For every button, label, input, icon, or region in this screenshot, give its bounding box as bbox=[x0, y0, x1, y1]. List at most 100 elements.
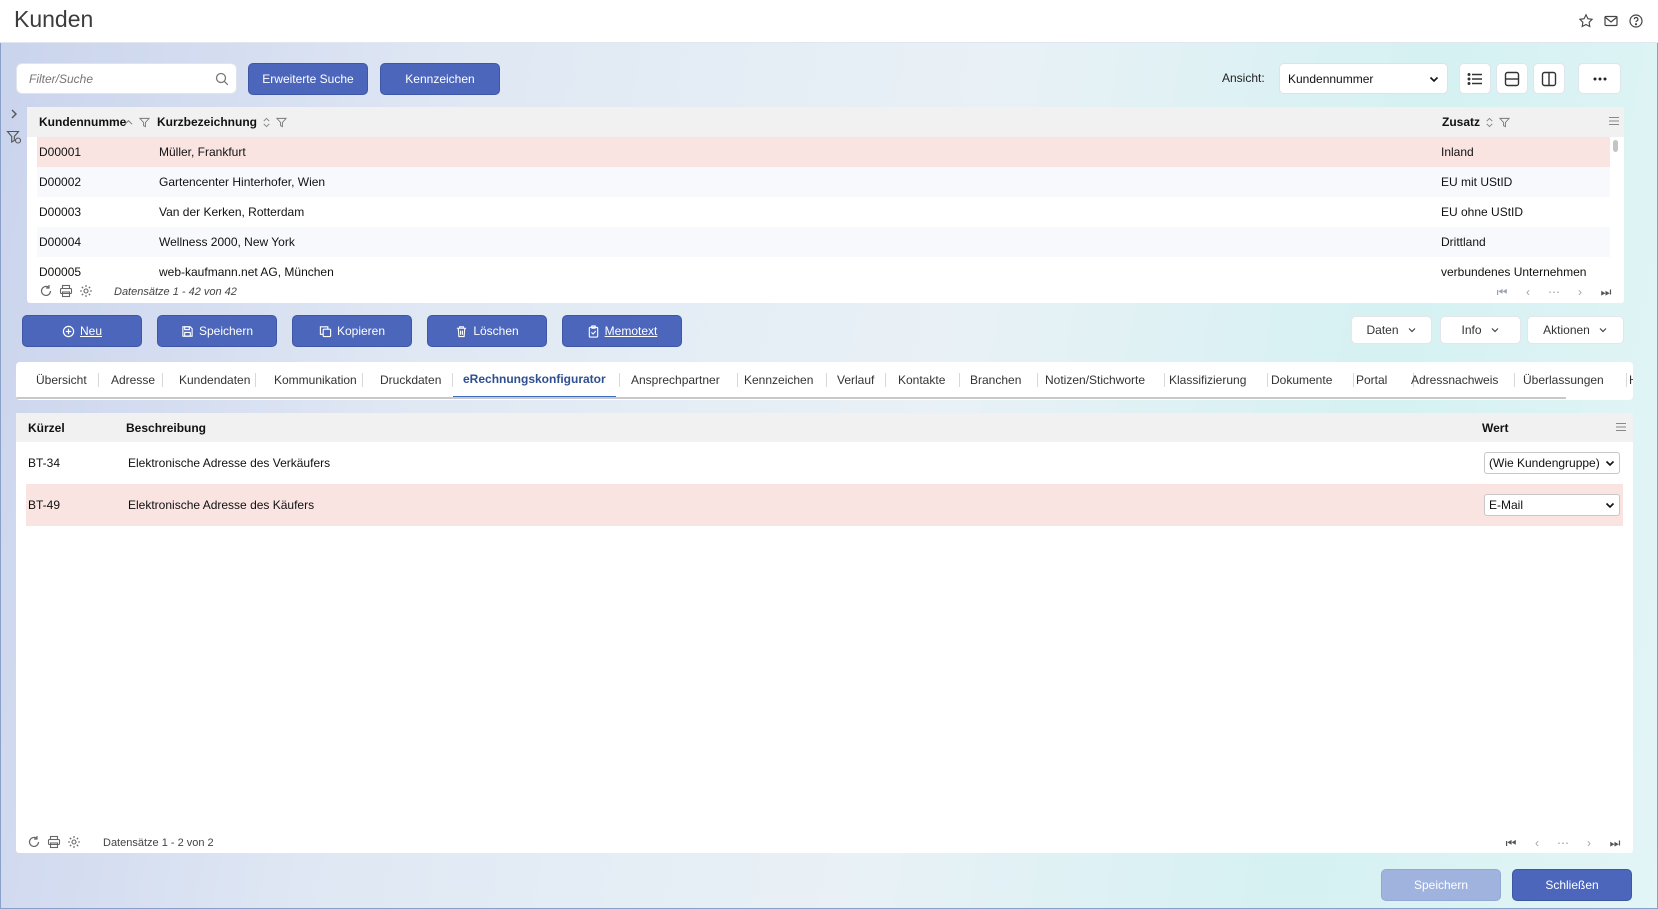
einvoice-grid-header: Kürzel Beschreibung Wert bbox=[16, 413, 1633, 442]
tab-scrollbar[interactable] bbox=[16, 397, 1566, 399]
tab-einvoice-configurator[interactable]: eRechnungskonfigurator bbox=[453, 362, 616, 398]
column-header-addition[interactable]: Zusatz bbox=[1442, 115, 1511, 129]
save-button[interactable]: Speichern bbox=[157, 315, 277, 347]
new-button[interactable]: Neu bbox=[22, 315, 142, 347]
table-row[interactable]: D00001 Müller, Frankfurt Inland bbox=[37, 137, 1610, 167]
tab-classification[interactable]: Klassifizierung bbox=[1169, 362, 1246, 398]
list-view-button[interactable] bbox=[1459, 63, 1491, 94]
delete-button[interactable]: Löschen bbox=[427, 315, 547, 347]
search-input[interactable] bbox=[17, 64, 197, 93]
value-select-text: (Wie Kundengruppe) bbox=[1489, 456, 1600, 470]
detail-tabs: Übersicht Adresse Kundendaten Kommunikat… bbox=[16, 362, 1633, 400]
memo-button[interactable]: Memotext bbox=[562, 315, 682, 347]
tags-button[interactable]: Kennzeichen bbox=[380, 63, 500, 95]
tab-divider bbox=[619, 373, 620, 387]
close-button[interactable]: Schließen bbox=[1512, 869, 1632, 901]
copy-button[interactable]: Kopieren bbox=[292, 315, 412, 347]
star-icon[interactable] bbox=[1577, 12, 1594, 29]
tab-address-proof[interactable]: Adressnachweis bbox=[1411, 362, 1498, 398]
view-select-value: Kundennummer bbox=[1288, 71, 1374, 86]
vertical-scrollbar[interactable] bbox=[1613, 140, 1618, 152]
last-page-icon[interactable]: ⏭ bbox=[1609, 836, 1621, 851]
print-icon[interactable] bbox=[47, 835, 61, 849]
horizontal-split-button[interactable] bbox=[1496, 63, 1528, 94]
info-dropdown-button[interactable]: Info bbox=[1440, 316, 1521, 344]
column-header-description[interactable]: Beschreibung bbox=[126, 421, 214, 435]
tab-customer-data[interactable]: Kundendaten bbox=[179, 362, 250, 398]
record-count: Datensätze 1 - 42 von 42 bbox=[114, 286, 237, 298]
next-page-icon[interactable]: › bbox=[1583, 836, 1595, 851]
vertical-split-button[interactable] bbox=[1533, 63, 1565, 94]
mail-icon[interactable] bbox=[1602, 12, 1619, 29]
cell-customer-number: D00001 bbox=[39, 145, 82, 159]
table-row[interactable]: D00002 Gartencenter Hinterhofer, Wien EU… bbox=[37, 167, 1610, 197]
tab-documents[interactable]: Dokumente bbox=[1271, 362, 1332, 398]
sort-ascending-icon[interactable] bbox=[124, 118, 133, 127]
gear-icon[interactable] bbox=[79, 284, 93, 298]
sort-icon[interactable] bbox=[1484, 117, 1495, 128]
tab-industries[interactable]: Branchen bbox=[970, 362, 1021, 398]
table-row[interactable]: BT-49 Elektronische Adresse des Käufers … bbox=[26, 484, 1623, 526]
first-page-icon[interactable]: ⏮ bbox=[1505, 836, 1517, 851]
column-label: Kundennumme bbox=[39, 115, 127, 129]
value-select[interactable]: (Wie Kundengruppe) bbox=[1484, 452, 1620, 474]
tab-more[interactable]: H bbox=[1629, 362, 1633, 398]
more-options-button[interactable] bbox=[1578, 63, 1621, 94]
einvoice-grid: Kürzel Beschreibung Wert BT-34 Elektroni… bbox=[16, 413, 1633, 853]
tab-portal[interactable]: Portal bbox=[1356, 362, 1387, 398]
cell-customer-number: D00003 bbox=[39, 205, 82, 219]
tab-contacts[interactable]: Kontakte bbox=[898, 362, 945, 398]
first-page-icon[interactable]: ⏮ bbox=[1496, 285, 1508, 300]
search-field[interactable] bbox=[16, 63, 237, 94]
column-menu-icon[interactable] bbox=[1608, 116, 1620, 126]
tab-overview[interactable]: Übersicht bbox=[36, 362, 87, 398]
footer-save-button[interactable]: Speichern bbox=[1381, 869, 1501, 901]
filter-icon[interactable] bbox=[276, 117, 288, 128]
next-page-icon[interactable]: › bbox=[1574, 285, 1586, 300]
filter-icon[interactable] bbox=[1499, 117, 1511, 128]
tab-divider bbox=[959, 373, 960, 387]
tab-history[interactable]: Verlauf bbox=[837, 362, 874, 398]
column-header-short-name[interactable]: Kurzbezeichnung bbox=[157, 115, 288, 129]
filter-icon[interactable] bbox=[139, 117, 150, 128]
table-row[interactable]: D00003 Van der Kerken, Rotterdam EU ohne… bbox=[37, 197, 1610, 227]
last-page-icon[interactable]: ⏭ bbox=[1600, 285, 1612, 300]
tab-notes-keywords[interactable]: Notizen/Stichworte bbox=[1045, 362, 1145, 398]
prev-page-icon[interactable]: ‹ bbox=[1531, 836, 1543, 851]
gear-icon[interactable] bbox=[67, 835, 81, 849]
tab-communication[interactable]: Kommunikation bbox=[274, 362, 357, 398]
view-select[interactable]: Kundennummer bbox=[1279, 63, 1448, 94]
tab-divider bbox=[162, 373, 163, 387]
cell-short-name: Gartencenter Hinterhofer, Wien bbox=[159, 175, 326, 189]
tab-assignments[interactable]: Überlassungen bbox=[1523, 362, 1604, 398]
tab-contact-persons[interactable]: Ansprechpartner bbox=[631, 362, 720, 398]
filter-settings-icon[interactable] bbox=[6, 129, 22, 145]
data-dropdown-button[interactable]: Daten bbox=[1351, 316, 1432, 344]
column-header-value[interactable]: Wert bbox=[1482, 421, 1508, 435]
column-menu-icon[interactable] bbox=[1615, 422, 1627, 432]
advanced-search-button[interactable]: Erweiterte Suche bbox=[248, 63, 368, 95]
print-icon[interactable] bbox=[59, 284, 73, 298]
actions-dropdown-button[interactable]: Aktionen bbox=[1527, 316, 1624, 344]
cell-customer-number: D00004 bbox=[39, 235, 82, 249]
tab-address[interactable]: Adresse bbox=[111, 362, 155, 398]
prev-page-icon[interactable]: ‹ bbox=[1522, 285, 1534, 300]
table-row[interactable]: D00004 Wellness 2000, New York Drittland bbox=[37, 227, 1610, 257]
help-icon[interactable] bbox=[1627, 12, 1644, 29]
refresh-icon[interactable] bbox=[39, 284, 53, 298]
column-header-code[interactable]: Kürzel bbox=[28, 421, 73, 435]
tab-print-data[interactable]: Druckdaten bbox=[380, 362, 441, 398]
column-label: Wert bbox=[1482, 421, 1509, 435]
tab-divider bbox=[826, 373, 827, 387]
sort-icon[interactable] bbox=[261, 117, 272, 128]
value-select[interactable]: E-Mail bbox=[1484, 494, 1620, 516]
expand-sidebar-icon[interactable] bbox=[8, 108, 20, 120]
more-pages-icon[interactable]: ⋯ bbox=[1548, 285, 1560, 300]
table-row[interactable]: BT-34 Elektronische Adresse des Verkäufe… bbox=[26, 442, 1623, 484]
column-label: Beschreibung bbox=[126, 421, 207, 435]
search-icon[interactable] bbox=[214, 71, 230, 87]
tab-tags[interactable]: Kennzeichen bbox=[744, 362, 813, 398]
refresh-icon[interactable] bbox=[27, 835, 41, 849]
more-pages-icon[interactable]: ⋯ bbox=[1557, 836, 1569, 851]
table-row[interactable]: D00005 web-kaufmann.net AG, München verb… bbox=[37, 257, 1610, 281]
